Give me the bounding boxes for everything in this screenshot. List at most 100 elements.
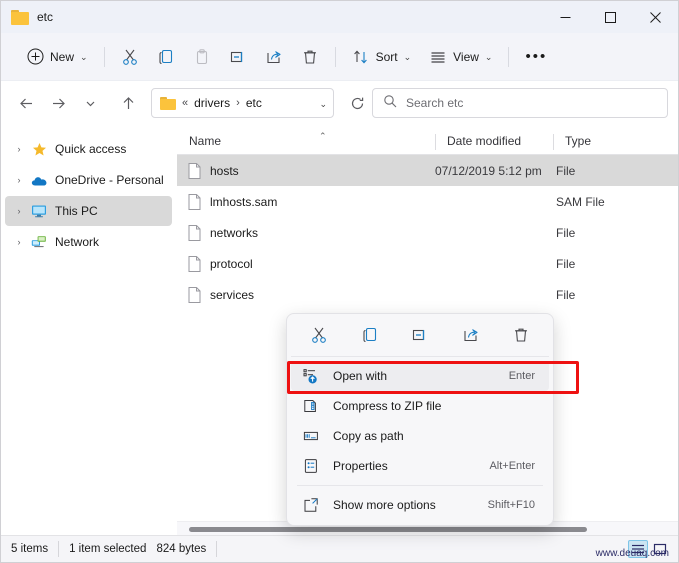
maximize-icon[interactable] — [588, 1, 633, 33]
column-header-label: Name — [189, 134, 222, 148]
chevron-down-icon: ⌄ — [403, 52, 412, 62]
sidebar-item-quick-access[interactable]: › Quick access — [5, 134, 172, 164]
sort-button-label: Sort — [375, 49, 398, 64]
navigation-pane: › Quick access › OneDrive - Personal › T… — [1, 125, 177, 535]
table-row[interactable]: protocol File — [177, 248, 678, 279]
context-menu-item-properties[interactable]: Properties Alt+Enter — [291, 451, 549, 481]
context-menu-item-compress-to-zip[interactable]: Compress to ZIP file — [291, 391, 549, 421]
chevron-right-icon[interactable]: › — [11, 144, 27, 154]
title-bar: etc — [1, 1, 678, 33]
rename-icon — [229, 48, 247, 66]
new-button-label: New — [50, 49, 75, 64]
file-name: lmhosts.sam — [210, 194, 278, 209]
sidebar-item-this-pc[interactable]: › This PC — [5, 196, 172, 226]
command-bar-divider-1 — [103, 46, 105, 67]
copy-icon-button[interactable] — [356, 324, 384, 352]
up-arrow-icon[interactable] — [113, 88, 143, 118]
forward-arrow-icon[interactable] — [43, 88, 73, 118]
breadcrumb-drivers[interactable]: drivers — [194, 96, 230, 110]
table-row[interactable]: hosts 07/12/2019 5:12 pm File — [177, 155, 678, 186]
file-name-cell: protocol — [177, 255, 435, 272]
more-options-icon — [303, 497, 325, 513]
chevron-right-icon[interactable]: › — [11, 206, 27, 216]
share-button[interactable] — [256, 41, 292, 73]
more-button[interactable]: ••• — [516, 41, 556, 73]
context-menu-item-label: Open with — [333, 369, 388, 383]
context-menu: Open with Enter Compress to ZIP file Cop… — [286, 313, 579, 526]
context-menu-item-copy-as-path[interactable]: Copy as path — [291, 421, 549, 451]
hamburger-icon — [429, 48, 447, 66]
file-name: hosts — [210, 163, 239, 178]
status-selection-size: 824 bytes — [156, 541, 218, 557]
address-dropdown-chevron-down-icon[interactable]: ⌄ — [319, 99, 327, 110]
file-name-cell: networks — [177, 224, 435, 241]
back-arrow-icon[interactable] — [11, 88, 41, 118]
column-header-name[interactable]: Name — [177, 124, 435, 154]
rename-button[interactable] — [220, 41, 256, 73]
copy-icon — [157, 48, 175, 66]
sidebar-item-label: Quick access — [55, 142, 127, 156]
context-menu-item-accelerator: Alt+Enter — [489, 460, 535, 472]
address-bar[interactable]: « drivers › etc ⌄ — [151, 88, 334, 118]
cut-icon-button[interactable] — [305, 324, 333, 352]
file-name-cell: services — [177, 286, 435, 303]
sort-button[interactable]: Sort ⌄ — [343, 41, 421, 73]
paste-button[interactable] — [184, 41, 220, 73]
share-icon — [265, 48, 283, 66]
refresh-icon[interactable] — [344, 88, 370, 118]
folder-icon — [11, 9, 29, 25]
breadcrumb-overflow[interactable]: « — [182, 97, 188, 109]
sidebar-item-onedrive[interactable]: › OneDrive - Personal — [5, 165, 172, 195]
copy-button[interactable] — [148, 41, 184, 73]
column-header-label: Date modified — [447, 134, 522, 148]
search-placeholder: Search etc — [406, 96, 464, 110]
file-name-cell: lmhosts.sam — [177, 193, 435, 210]
navigation-bar: « drivers › etc ⌄ Search etc — [1, 81, 678, 125]
view-button[interactable]: View ⌄ — [420, 41, 501, 73]
breadcrumb-etc[interactable]: etc — [246, 96, 262, 110]
file-explorer-window: etc New ⌄ Sort ⌄ View ⌄ ••• « drivers › … — [0, 0, 679, 563]
monitor-icon — [29, 204, 49, 218]
status-selection: 1 item selected — [69, 543, 147, 555]
context-menu-item-label: Compress to ZIP file — [333, 399, 442, 413]
rename-icon-button[interactable] — [406, 324, 434, 352]
file-name: services — [210, 287, 255, 302]
column-header-date-modified[interactable]: Date modified — [435, 124, 553, 154]
context-menu-item-open-with[interactable]: Open with Enter — [291, 361, 549, 391]
breadcrumb-separator: › — [236, 97, 240, 109]
delete-button[interactable] — [292, 41, 328, 73]
plus-circle-icon — [26, 48, 44, 66]
sort-ascending-caret-icon: ⌃ — [319, 131, 327, 141]
command-bar-divider-3 — [508, 46, 510, 67]
chevron-right-icon[interactable]: › — [11, 237, 27, 247]
table-row[interactable]: lmhosts.sam SAM File — [177, 186, 678, 217]
file-name: networks — [210, 225, 259, 240]
context-menu-item-label: Copy as path — [333, 429, 404, 443]
table-row[interactable]: services File — [177, 279, 678, 310]
zip-icon — [303, 398, 325, 414]
cut-button[interactable] — [112, 41, 148, 73]
column-header-type[interactable]: Type — [553, 124, 678, 154]
view-button-label: View — [453, 49, 479, 64]
file-icon — [188, 162, 201, 179]
file-icon — [188, 224, 201, 241]
search-input[interactable]: Search etc — [372, 88, 668, 118]
file-icon — [188, 255, 201, 272]
scrollbar-thumb[interactable] — [189, 527, 587, 532]
close-icon[interactable] — [633, 1, 678, 33]
recent-locations-chevron-down-icon[interactable] — [75, 88, 105, 118]
sidebar-item-network[interactable]: › Network — [5, 227, 172, 257]
share-icon-button[interactable] — [457, 324, 485, 352]
minimize-icon[interactable] — [543, 1, 588, 33]
window-title: etc — [37, 10, 54, 24]
delete-icon-button[interactable] — [507, 324, 535, 352]
chevron-right-icon[interactable]: › — [11, 175, 27, 185]
new-button[interactable]: New ⌄ — [17, 41, 97, 73]
table-row[interactable]: networks File — [177, 217, 678, 248]
context-menu-icon-row — [291, 319, 549, 357]
file-type: File — [556, 287, 576, 302]
context-menu-item-show-more-options[interactable]: Show more options Shift+F10 — [291, 490, 549, 520]
copy-path-icon — [303, 428, 325, 444]
file-icon — [188, 286, 201, 303]
file-name-cell: hosts — [177, 162, 435, 179]
